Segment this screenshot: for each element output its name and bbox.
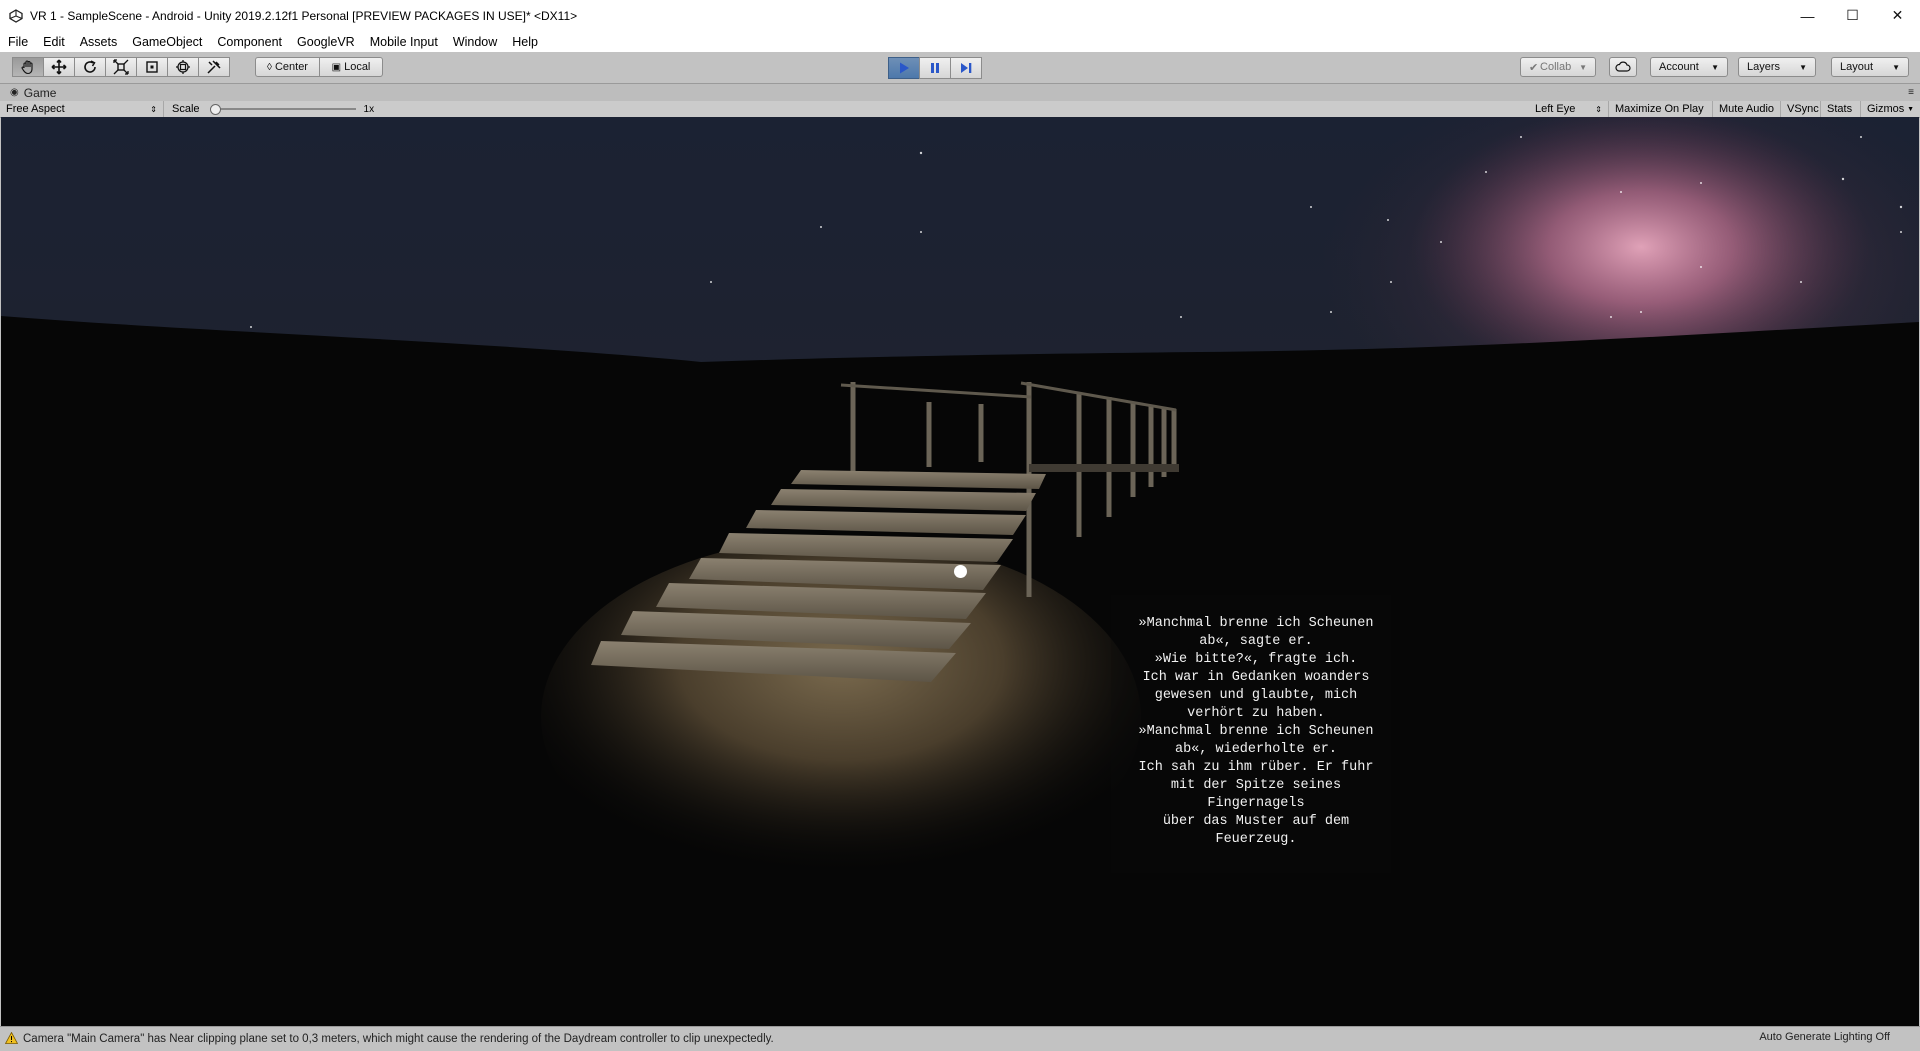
rect-tool-icon[interactable] — [136, 57, 168, 77]
menu-bar: File Edit Assets GameObject Component Go… — [0, 31, 1920, 53]
minimize-icon[interactable]: — — [1785, 0, 1830, 31]
tab-menu-icon[interactable]: ≡ — [1908, 87, 1914, 98]
check-icon: ✔ — [1529, 61, 1539, 74]
updown-arrow-icon: ⇕ — [150, 104, 157, 114]
scale-slider-handle[interactable] — [209, 104, 221, 115]
menu-edit[interactable]: Edit — [35, 35, 72, 49]
pivot-icon: ◊ — [267, 61, 272, 73]
game-controller-icon: ◉ — [10, 87, 19, 98]
transform-tool-icon[interactable] — [167, 57, 199, 77]
dropdown-arrow-icon: ▼ — [1799, 62, 1807, 72]
game-tab-label: Game — [23, 85, 57, 100]
unity-logo-icon — [8, 8, 24, 24]
mute-audio-toggle[interactable]: Mute Audio — [1713, 101, 1781, 117]
rotate-tool-icon[interactable] — [74, 57, 106, 77]
gaze-reticle — [954, 565, 967, 578]
collab-dropdown[interactable]: ✔ Collab ▼ — [1520, 57, 1596, 77]
status-bar[interactable]: Camera "Main Camera" has Near clipping p… — [0, 1026, 1920, 1051]
menu-file[interactable]: File — [0, 35, 35, 49]
lighting-status: Auto Generate Lighting Off — [1759, 1031, 1890, 1043]
scale-slider[interactable] — [209, 104, 356, 115]
scale-control: Scale 1x — [172, 103, 375, 115]
menu-component[interactable]: Component — [209, 35, 289, 49]
status-message: Camera "Main Camera" has Near clipping p… — [23, 1033, 774, 1045]
game-tab[interactable]: ◉ Game ≡ — [0, 84, 1920, 101]
cloud-icon[interactable] — [1609, 57, 1637, 77]
menu-mobile-input[interactable]: Mobile Input — [362, 35, 445, 49]
eye-dropdown[interactable]: Left Eye ⇕ — [1529, 101, 1609, 117]
cube-icon: ▣ — [331, 61, 342, 73]
pivot-local-button[interactable]: ▣ Local — [319, 57, 383, 77]
dropdown-arrow-icon: ▼ — [1711, 62, 1719, 72]
custom-tool-icon[interactable] — [198, 57, 230, 77]
menu-help[interactable]: Help — [504, 35, 545, 49]
pivot-center-button[interactable]: ◊ Center — [255, 57, 320, 77]
game-viewport[interactable]: »Manchmal brenne ich Scheunen ab«, sagte… — [1, 117, 1919, 1026]
move-tool-icon[interactable] — [43, 57, 75, 77]
dropdown-arrow-icon: ▼ — [1892, 62, 1900, 72]
scale-tool-icon[interactable] — [105, 57, 137, 77]
transform-tools — [12, 57, 230, 78]
dropdown-arrow-icon: ▼ — [1579, 62, 1587, 72]
main-toolbar: ◊ Center ▣ Local ✔ Collab ▼ Account ▼ Layers ▼… — [0, 52, 1920, 84]
game-view-toolbar: Free Aspect ⇕ Scale 1x Left Eye ⇕ Maximize… — [0, 101, 1920, 118]
vsync-toggle[interactable]: VSync — [1781, 101, 1821, 117]
layers-dropdown[interactable]: Layers ▼ — [1738, 57, 1816, 77]
layout-dropdown[interactable]: Layout ▼ — [1831, 57, 1909, 77]
menu-window[interactable]: Window — [445, 35, 504, 49]
aspect-dropdown[interactable]: Free Aspect ⇕ — [0, 101, 164, 117]
maximize-on-play-toggle[interactable]: Maximize On Play — [1609, 101, 1713, 117]
maximize-icon[interactable]: ☐ — [1830, 0, 1875, 31]
window-title: VR 1 - SampleScene - Android - Unity 201… — [30, 8, 578, 23]
menu-assets[interactable]: Assets — [72, 35, 125, 49]
title-bar: VR 1 - SampleScene - Android - Unity 201… — [0, 0, 1920, 31]
account-dropdown[interactable]: Account ▼ — [1650, 57, 1728, 77]
story-text: »Manchmal brenne ich Scheunen ab«, sagte… — [1138, 616, 1374, 847]
menu-googlevr[interactable]: GoogleVR — [289, 35, 362, 49]
warning-icon — [4, 1031, 19, 1047]
close-icon[interactable]: ✕ — [1875, 0, 1920, 31]
play-icon[interactable] — [888, 57, 920, 79]
stats-toggle[interactable]: Stats — [1821, 101, 1861, 117]
updown-arrow-icon: ⇕ — [1595, 104, 1602, 114]
gizmos-dropdown[interactable]: Gizmos ▼ — [1861, 101, 1920, 117]
pause-icon[interactable] — [919, 57, 951, 79]
hand-tool-icon[interactable] — [12, 57, 44, 77]
menu-gameobject[interactable]: GameObject — [124, 35, 209, 49]
playback-controls — [888, 57, 982, 79]
dropdown-arrow-icon: ▼ — [1907, 105, 1914, 113]
step-icon[interactable] — [950, 57, 982, 79]
